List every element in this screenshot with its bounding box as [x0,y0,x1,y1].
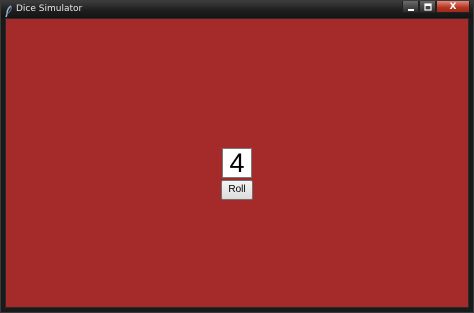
die-value-display: 4 [222,148,252,178]
roll-button[interactable]: Roll [221,180,253,200]
window-title: Dice Simulator [16,4,83,14]
maximize-icon [423,2,432,11]
minimize-button[interactable] [402,1,419,13]
feather-icon [4,3,14,18]
minimize-icon [407,8,414,11]
app-window: Dice Simulator X 4 Roll [0,0,474,313]
close-button[interactable]: X [436,1,470,13]
main-canvas: 4 Roll [5,18,469,308]
title-bar[interactable]: Dice Simulator X [1,1,473,18]
window-controls: X [402,1,470,14]
close-icon: X [449,1,457,12]
maximize-button[interactable] [419,1,436,13]
